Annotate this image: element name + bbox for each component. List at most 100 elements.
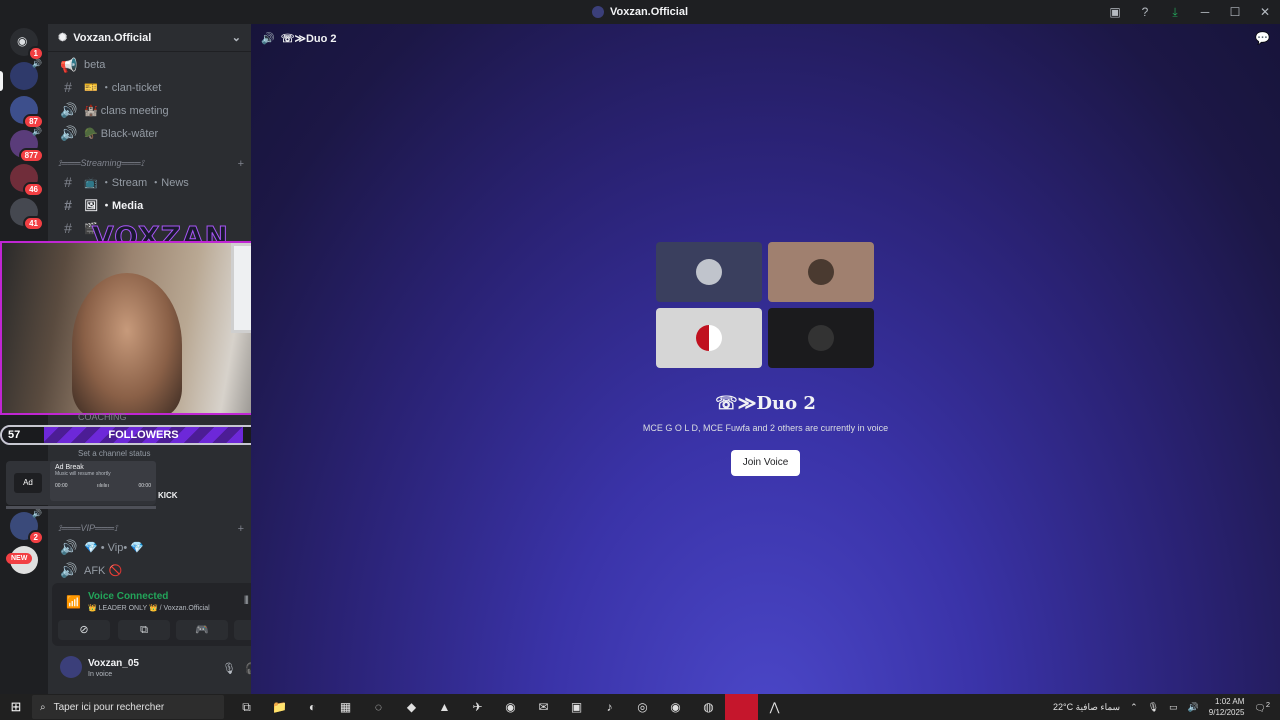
chevron-up-icon[interactable]: ⌃ <box>1130 702 1138 713</box>
taskbar-search[interactable]: ⌕ Taper ici pour rechercher <box>32 695 224 719</box>
ad-progress-bar <box>6 506 156 509</box>
outlook-icon[interactable]: ✉ <box>527 700 560 714</box>
join-voice-button[interactable]: Join Voice <box>731 450 800 476</box>
set-channel-status[interactable]: Set a channel status <box>78 449 151 458</box>
spotify-icon[interactable]: ◍ <box>692 700 725 714</box>
camera-button[interactable]: ⊘ <box>58 620 110 640</box>
activity-button[interactable]: 🎮 <box>176 620 228 640</box>
voice-channel-title: ☏≫Duo 2 <box>715 393 816 414</box>
server-icon[interactable]: 🔊 2 <box>10 509 44 545</box>
avatar[interactable] <box>60 656 82 678</box>
channel-black-water[interactable]: 🔊 🪖 Black-wâter <box>56 123 246 143</box>
discord-icon: ◉ <box>17 34 28 48</box>
category-streaming[interactable]: ⟟═══Streaming═══⟟ + <box>58 158 244 170</box>
file-explorer-icon[interactable]: 📁 <box>263 700 296 714</box>
noise-suppression-icon[interactable]: ⦀ <box>244 595 249 608</box>
app-icon[interactable]: ◆ <box>395 700 428 714</box>
participant-tile[interactable] <box>656 308 762 368</box>
volume-icon[interactable]: 🔊 <box>1188 702 1199 713</box>
hash-icon: # <box>64 79 72 95</box>
weather-widget[interactable]: 22°C سماء صافية <box>1053 702 1120 713</box>
hash-icon: # <box>64 220 72 236</box>
window-title: Voxzan.Official <box>591 6 688 18</box>
help-icon[interactable]: ? <box>1130 5 1160 19</box>
avatar <box>808 325 834 351</box>
home-button[interactable]: ◉ 1 <box>10 28 44 61</box>
voice-channel-label[interactable]: 👑 LEADER ONLY 👑 / Voxzan.Official <box>88 604 210 612</box>
ad-break-widget: Ad Ad Break Music will resume shortly 00… <box>6 461 156 505</box>
task-view-icon[interactable]: ⧉ <box>230 700 263 715</box>
obs-icon[interactable]: ◎ <box>626 700 659 714</box>
channel-afk[interactable]: 🔊 AFK 🚫 <box>56 560 246 580</box>
add-channel-icon[interactable]: + <box>238 158 244 170</box>
server-icon[interactable]: NEW <box>6 546 38 574</box>
notification-icon[interactable]: 🗨2 <box>1254 700 1270 714</box>
server-icon[interactable]: 41 <box>10 198 44 231</box>
voice-participants-text: MCE G O L D, MCE Fuwfa and 2 others are … <box>642 423 889 433</box>
waveform-icon: ıılıılııı <box>97 483 109 489</box>
store-icon[interactable]: ▦ <box>329 700 362 714</box>
voice-status[interactable]: Voice Connected <box>88 591 168 602</box>
participant-tile[interactable] <box>656 242 762 302</box>
search-icon: ⌕ <box>40 701 46 713</box>
channel-stream-news[interactable]: # 📺 ・Stream ・News <box>56 172 246 192</box>
user-status: In voice <box>88 671 113 678</box>
app-icon[interactable]: ◐ <box>296 700 329 714</box>
new-badge: NEW <box>6 553 33 564</box>
participant-tile[interactable] <box>768 242 874 302</box>
server-icon[interactable]: 46 <box>10 164 44 197</box>
close-button[interactable]: ✕ <box>1250 5 1280 19</box>
maximize-button[interactable]: ☐ <box>1220 5 1250 19</box>
edge-icon[interactable]: ◌ <box>362 700 395 714</box>
channel-media[interactable]: # 🖼 ・Media <box>56 195 246 215</box>
category-vip[interactable]: ⟟═══VIP═══⟟ + <box>58 523 244 535</box>
camera-off-icon: ⊘ <box>79 624 89 636</box>
app-icon[interactable]: ▣ <box>560 700 593 714</box>
tradingview-icon[interactable]: ▲ <box>428 700 461 714</box>
avatar <box>696 325 722 351</box>
speaker-icon: 🔊 <box>261 33 275 45</box>
speaker-icon: 🔊 <box>60 101 78 118</box>
channel-vip[interactable]: 🔊 💎 • Vip• 💎 <box>56 537 246 557</box>
hash-icon: # <box>64 174 72 190</box>
channel-clan-ticket[interactable]: # 🎫 ・clan-ticket <box>56 77 246 97</box>
speaker-icon: 🔊 <box>60 538 78 555</box>
server-header[interactable]: ✺ Voxzan.Official ⌄ <box>48 24 251 52</box>
minimize-button[interactable]: ─ <box>1190 5 1220 19</box>
channel-beta[interactable]: 📢 beta <box>56 55 246 75</box>
windows-start-icon[interactable]: ⊞ <box>0 699 32 715</box>
microphone-icon[interactable]: 🎙 <box>1148 702 1159 713</box>
title-bar: Voxzan.Official ▣ ? ⤓ ─ ☐ ✕ <box>0 0 1280 24</box>
speaker-icon: 🔊 <box>60 124 78 141</box>
app-icon[interactable] <box>725 694 758 720</box>
app-icon[interactable]: ⋀ <box>758 700 791 714</box>
username[interactable]: Voxzan_05 <box>88 658 139 669</box>
clock[interactable]: 1:02 AM 9/12/2025 <box>1209 696 1245 718</box>
selected-pill <box>0 71 3 91</box>
speaker-icon: 🔊 <box>60 561 78 578</box>
avatar <box>696 259 722 285</box>
webcam-person <box>72 273 182 413</box>
hash-icon: # <box>64 197 72 213</box>
tiktok-icon[interactable]: ♪ <box>593 700 626 714</box>
telegram-icon[interactable]: ✈ <box>461 700 494 714</box>
inbox-icon[interactable]: ▣ <box>1100 5 1130 19</box>
signal-icon: 📶 <box>66 595 81 609</box>
participant-tile[interactable] <box>768 308 874 368</box>
microphone-icon[interactable]: 🎙 <box>222 662 236 675</box>
server-icon-voxzan[interactable]: 🔊 <box>10 59 42 90</box>
network-icon[interactable]: ▭ <box>1169 702 1178 713</box>
server-avatar-icon <box>591 6 604 18</box>
server-icon[interactable]: 🔊 877 <box>10 127 44 163</box>
add-channel-icon[interactable]: + <box>238 523 244 535</box>
server-icon[interactable]: 87 <box>10 96 44 129</box>
avatar <box>808 259 834 285</box>
kick-label: KICK <box>158 491 178 500</box>
chrome-icon[interactable]: ◉ <box>494 700 527 714</box>
channel-clans-meeting[interactable]: 🔊 🏰 clans meeting <box>56 100 246 120</box>
discord-icon[interactable]: ◉ <box>659 700 692 714</box>
chat-icon[interactable]: 💬 <box>1255 31 1270 45</box>
screen-share-button[interactable]: ⧉ <box>118 620 170 640</box>
download-icon[interactable]: ⤓ <box>1160 5 1190 20</box>
windows-taskbar: ⊞ ⌕ Taper ici pour rechercher ⧉ 📁 ◐ ▦ ◌ … <box>0 694 1280 720</box>
